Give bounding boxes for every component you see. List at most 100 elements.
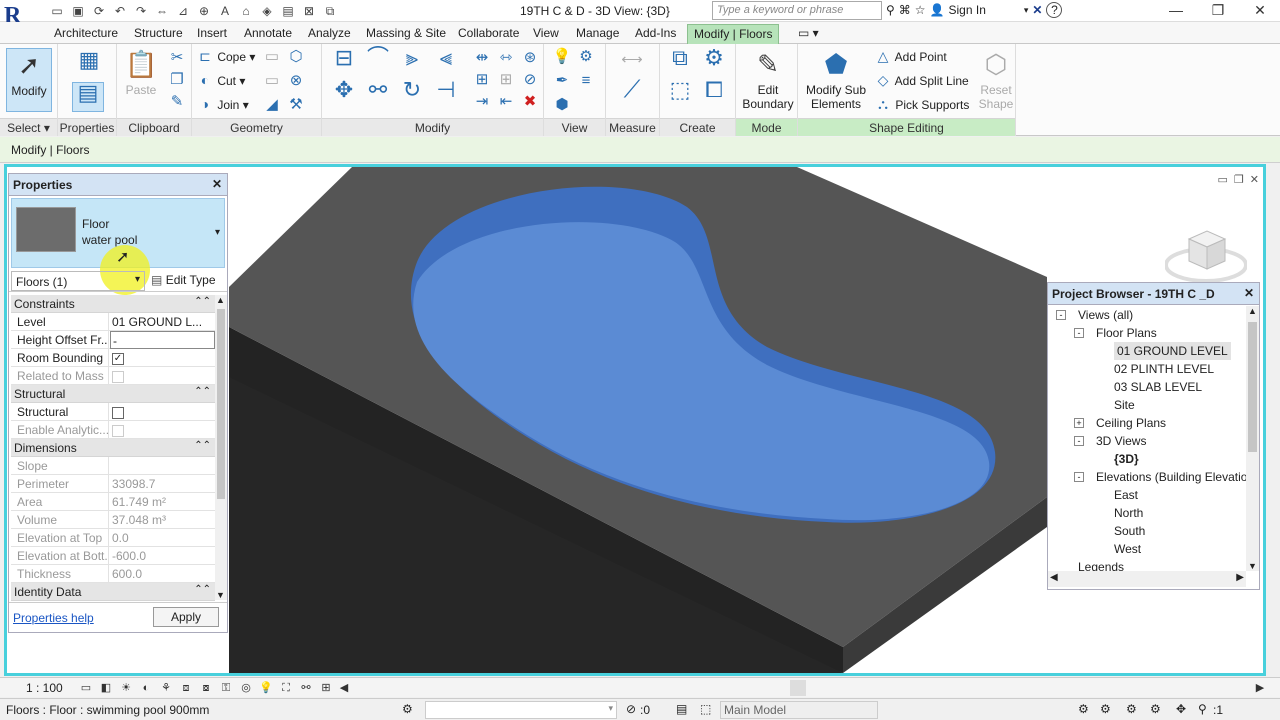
tab-massing-site[interactable]: Massing & Site [360,24,452,44]
collapse-icon[interactable]: ⌃⌃ [194,440,211,451]
group-constraints[interactable]: Constraints ⌃⌃ [11,295,215,313]
collapse-icon[interactable]: ⌃⌃ [194,386,211,397]
pick-supports-button[interactable]: ⛬ Pick Supports [874,94,969,114]
close-hidden-icon[interactable]: ⊠ [300,2,318,20]
structural-checkbox[interactable] [112,406,124,419]
view-minimize-icon[interactable]: ▭ [1218,173,1228,186]
mirror-pick-axis-icon[interactable]: ⫸ [398,47,426,76]
scroll-right-icon[interactable]: ▶ [1236,572,1244,583]
tree-item[interactable]: 03 SLAB LEVEL [1048,378,1246,396]
aligned-dimension-icon[interactable]: ⟋ [616,78,648,110]
cope-button[interactable]: ⊏ Cope ▾ [196,46,255,66]
tree-item[interactable]: 02 PLINTH LEVEL [1048,360,1246,378]
filter-icon[interactable]: ⚲ [1198,702,1207,716]
tree-item[interactable]: West [1048,540,1246,558]
measure-distance-icon[interactable]: ⟷ [614,50,650,70]
detail-level-icon[interactable]: ▭ [78,680,94,696]
tab-annotate[interactable]: Annotate [238,24,298,44]
copy-icon[interactable]: ❐ [167,70,187,90]
collapse-icon[interactable]: ⌃⌃ [194,296,211,307]
shadows-icon[interactable]: ◐ [138,680,154,696]
viewcube-icon[interactable] [1165,225,1247,285]
help-button[interactable]: ? [1046,2,1063,18]
scale-icon[interactable]: ⊞ [496,70,516,90]
view-restore-icon[interactable]: ❐ [1234,173,1244,186]
group-identity-data[interactable]: Identity Data ⌃⌃ [11,583,215,601]
3d-view-icon[interactable]: ⌂ [237,2,255,20]
ribbon-options-icon[interactable]: ▭ ▾ [792,24,825,44]
scroll-up-icon[interactable]: ▲ [1248,306,1257,316]
browser-horizontal-scrollbar[interactable]: ◀ ▶ [1048,571,1246,587]
switch-windows-icon[interactable]: ⧉ [321,2,339,20]
analytical-model-icon[interactable]: ⚯ [298,680,314,696]
trim-single-icon[interactable]: ⇤ [496,92,516,112]
array-icon[interactable]: ⊞ [472,70,492,90]
thin-lines-icon[interactable]: ▤ [279,2,297,20]
worksets-icon[interactable]: ⚙ [402,702,413,716]
close-icon[interactable]: ✕ [1244,286,1254,300]
join-button[interactable]: ◑ Join ▾ [196,94,249,114]
undo-icon[interactable]: ↶ [111,2,129,20]
cut-button[interactable]: ◐ Cut ▾ [196,70,246,90]
collapse-icon[interactable]: - [1074,436,1084,446]
select-links-icon[interactable]: ⚙ [1078,702,1089,716]
tab-view[interactable]: View [527,24,565,44]
scroll-down-icon[interactable]: ▼ [1248,561,1257,571]
tab-collaborate[interactable]: Collaborate [452,24,525,44]
properties-icon[interactable]: ▦ [76,49,102,80]
tree-item[interactable]: Site [1048,396,1246,414]
group-dimensions[interactable]: Dimensions ⌃⌃ [11,439,215,457]
edit-type-button[interactable]: ▤ Edit Type [151,273,216,287]
type-properties-icon[interactable]: ▤ [72,82,104,112]
align-icon[interactable]: ⊟ [330,47,358,76]
crop-view-icon[interactable]: ⧈ [178,680,194,696]
properties-help-link[interactable]: Properties help [13,611,94,625]
edit-boundary-button[interactable]: ✎ Edit Boundary [740,48,796,111]
view-close-icon[interactable]: ✕ [1250,173,1259,186]
restore-icon[interactable]: ❐ [1198,0,1238,21]
tree-item[interactable]: North [1048,504,1246,522]
panel-label-select[interactable]: Select ▾ [0,118,57,136]
temp-hide-icon[interactable]: ◎ [238,680,254,696]
join-roof-icon[interactable]: ◢ [262,95,282,115]
favorites-icon[interactable]: ☆ [915,3,926,17]
demolish-icon[interactable]: ⊗ [286,71,306,91]
create-assembly-icon[interactable]: ⧉ [666,47,694,76]
move-icon[interactable]: ✥ [330,79,358,108]
section-icon[interactable]: ◈ [258,2,276,20]
show-crop-icon[interactable]: ⧇ [198,680,214,696]
search-input[interactable]: Type a keyword or phrase [712,1,882,20]
tab-analyze[interactable]: Analyze [302,24,357,44]
modify-sub-elements-button[interactable]: ⬟ Modify Sub Elements [800,48,872,111]
drag-elements-icon[interactable]: ✥ [1176,702,1186,716]
save-icon[interactable]: ▣ [69,2,87,20]
unlock-view-icon[interactable]: ⚿ [218,680,234,696]
binoculars-icon[interactable]: ⚲ [886,3,895,17]
trim-multiple-icon[interactable]: ⇥ [472,92,492,112]
scroll-thumb[interactable] [790,680,806,696]
type-selector[interactable]: Floor water pool ▾ ➚ [11,198,225,295]
delete-icon[interactable]: ✖ [520,92,540,112]
cut-scissors-icon[interactable]: ✂ [167,48,187,68]
group-structural[interactable]: Structural ⌃⌃ [11,385,215,403]
minimize-icon[interactable]: — [1156,0,1196,21]
create-parts-icon[interactable]: ⚙ [700,47,728,76]
browser-vertical-scrollbar[interactable]: ▲ ▼ [1246,306,1259,571]
view-scale[interactable]: 1 : 100 [26,681,63,695]
add-split-line-button[interactable]: ◇ Add Split Line [874,70,969,90]
split-gap-icon[interactable]: ⇿ [496,48,516,68]
close-icon[interactable]: ✕ [212,177,222,191]
create-similar-icon[interactable]: ⧠ [700,79,728,108]
tree-item[interactable]: + Ceiling Plans [1048,414,1246,432]
apply-button[interactable]: Apply [153,607,219,627]
tree-item[interactable]: 01 GROUND LEVEL [1048,342,1246,360]
table-row[interactable]: Structural [11,403,215,421]
offset-icon[interactable]: ⌒ [364,47,392,76]
tree-item[interactable]: - Elevations (Building Elevation) [1048,468,1246,486]
scroll-left-icon[interactable]: ◀ [336,680,352,696]
chevron-down-icon[interactable]: ▾ [1024,5,1029,16]
split-face-icon[interactable]: ⬡ [286,47,306,67]
scroll-down-icon[interactable]: ▼ [216,590,225,600]
table-row[interactable]: Height Offset Fr... - [11,331,215,349]
temp-view-properties-icon[interactable]: ⛶ [278,680,294,696]
